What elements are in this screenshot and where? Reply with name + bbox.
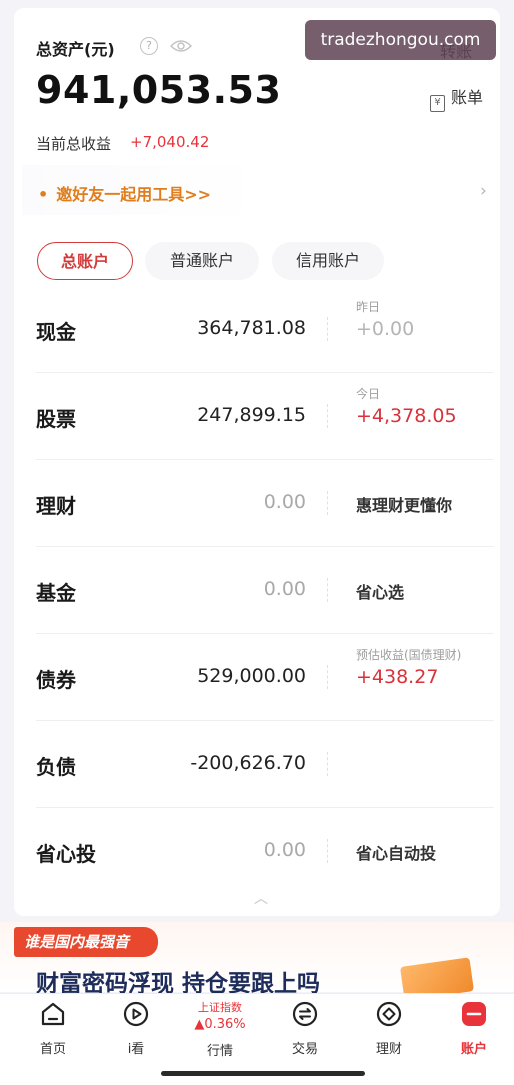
nav-watch[interactable]: i看 bbox=[106, 1000, 166, 1057]
divider bbox=[327, 665, 328, 689]
home-icon bbox=[41, 1002, 65, 1026]
bill-button[interactable]: ¥ 账单 bbox=[430, 84, 504, 112]
row-wealth-value: 0.00 bbox=[263, 491, 306, 513]
divider bbox=[327, 404, 328, 428]
watermark: tradezhongou.com bbox=[305, 20, 496, 60]
row-divider bbox=[36, 546, 494, 547]
nav-market-label: 行情 bbox=[206, 1044, 233, 1059]
row-bond-value: 529,000.00 bbox=[197, 665, 306, 687]
nav-trade[interactable]: 交易 bbox=[275, 1000, 335, 1057]
earnings-value: +7,040.42 bbox=[130, 133, 210, 151]
row-auto-invest-label[interactable]: 省心投 bbox=[36, 838, 96, 867]
row-bond-label[interactable]: 债券 bbox=[36, 664, 76, 693]
row-wealth-label[interactable]: 理财 bbox=[36, 490, 76, 519]
row-stock-value: 247,899.15 bbox=[197, 404, 306, 426]
eye-icon[interactable] bbox=[170, 38, 192, 54]
nav-market[interactable]: 上证指数 ▲0.36% 行情 bbox=[190, 999, 250, 1059]
row-fund-label[interactable]: 基金 bbox=[36, 577, 76, 606]
divider bbox=[327, 839, 328, 863]
divider bbox=[327, 578, 328, 602]
bill-label: 账单 bbox=[451, 88, 484, 107]
divider bbox=[327, 752, 328, 776]
nav-account-label: 账户 bbox=[460, 1042, 487, 1057]
row-divider bbox=[36, 459, 494, 460]
help-icon[interactable]: ? bbox=[140, 37, 158, 55]
nav-trade-label: 交易 bbox=[291, 1042, 318, 1057]
nav-watch-label: i看 bbox=[127, 1042, 145, 1057]
chevron-right-icon[interactable]: › bbox=[480, 181, 487, 201]
nav-home[interactable]: 首页 bbox=[23, 1000, 83, 1057]
row-stock-side-value: +4,378.05 bbox=[356, 405, 457, 427]
earnings-label: 当前总收益 bbox=[36, 135, 112, 153]
promo-tag: 谁是国内最强音 bbox=[14, 927, 158, 957]
account-icon bbox=[462, 1002, 486, 1026]
play-icon bbox=[123, 1001, 149, 1027]
row-auto-invest-side-text[interactable]: 省心自动投 bbox=[356, 840, 436, 864]
nav-finance[interactable]: 理财 bbox=[359, 1000, 419, 1057]
row-divider bbox=[36, 633, 494, 634]
row-stock-side-label: 今日 bbox=[356, 387, 381, 401]
finance-icon bbox=[376, 1001, 402, 1027]
total-assets-value: 941,053.53 bbox=[36, 68, 282, 112]
row-liability-value: -200,626.70 bbox=[190, 752, 306, 774]
row-fund-side-text[interactable]: 省心选 bbox=[356, 579, 404, 603]
row-cash-value: 364,781.08 bbox=[197, 317, 306, 339]
row-wealth-side-text[interactable]: 惠理财更懂你 bbox=[356, 492, 452, 516]
index-name: 上证指数 bbox=[198, 1001, 242, 1014]
tab-credit-account[interactable]: 信用账户 bbox=[272, 242, 384, 280]
row-cash-label[interactable]: 现金 bbox=[36, 316, 76, 345]
tab-normal-account[interactable]: 普通账户 bbox=[145, 242, 259, 280]
row-cash-side-label: 昨日 bbox=[356, 300, 381, 314]
row-liability-label[interactable]: 负债 bbox=[36, 751, 76, 780]
invite-text: 邀好友一起用工具>> bbox=[56, 185, 212, 204]
bullet-dot-icon: • bbox=[38, 185, 49, 204]
row-auto-invest-value: 0.00 bbox=[263, 839, 306, 861]
row-divider bbox=[36, 720, 494, 721]
divider bbox=[327, 491, 328, 515]
nav-finance-label: 理财 bbox=[375, 1042, 402, 1057]
row-stock-label[interactable]: 股票 bbox=[36, 403, 76, 432]
row-divider bbox=[36, 807, 494, 808]
total-assets-label: 总资产(元) bbox=[36, 40, 115, 59]
row-bond-side-label: 预估收益(国债理财) bbox=[356, 648, 462, 662]
nav-account[interactable]: 账户 bbox=[444, 1000, 504, 1057]
index-change: ▲0.36% bbox=[194, 1017, 246, 1032]
bill-icon: ¥ bbox=[430, 95, 445, 112]
collapse-caret-icon[interactable]: ︿ bbox=[254, 888, 268, 908]
row-divider bbox=[36, 372, 494, 373]
row-fund-value: 0.00 bbox=[263, 578, 306, 600]
home-indicator[interactable] bbox=[161, 1071, 365, 1076]
row-bond-side-value: +438.27 bbox=[356, 666, 439, 688]
divider bbox=[327, 317, 328, 341]
trade-icon bbox=[292, 1001, 318, 1027]
row-cash-side-value: +0.00 bbox=[356, 318, 415, 340]
tab-total-account[interactable]: 总账户 bbox=[37, 242, 133, 280]
invite-link[interactable]: • 邀好友一起用工具>> bbox=[38, 181, 211, 205]
nav-home-label: 首页 bbox=[39, 1042, 66, 1057]
